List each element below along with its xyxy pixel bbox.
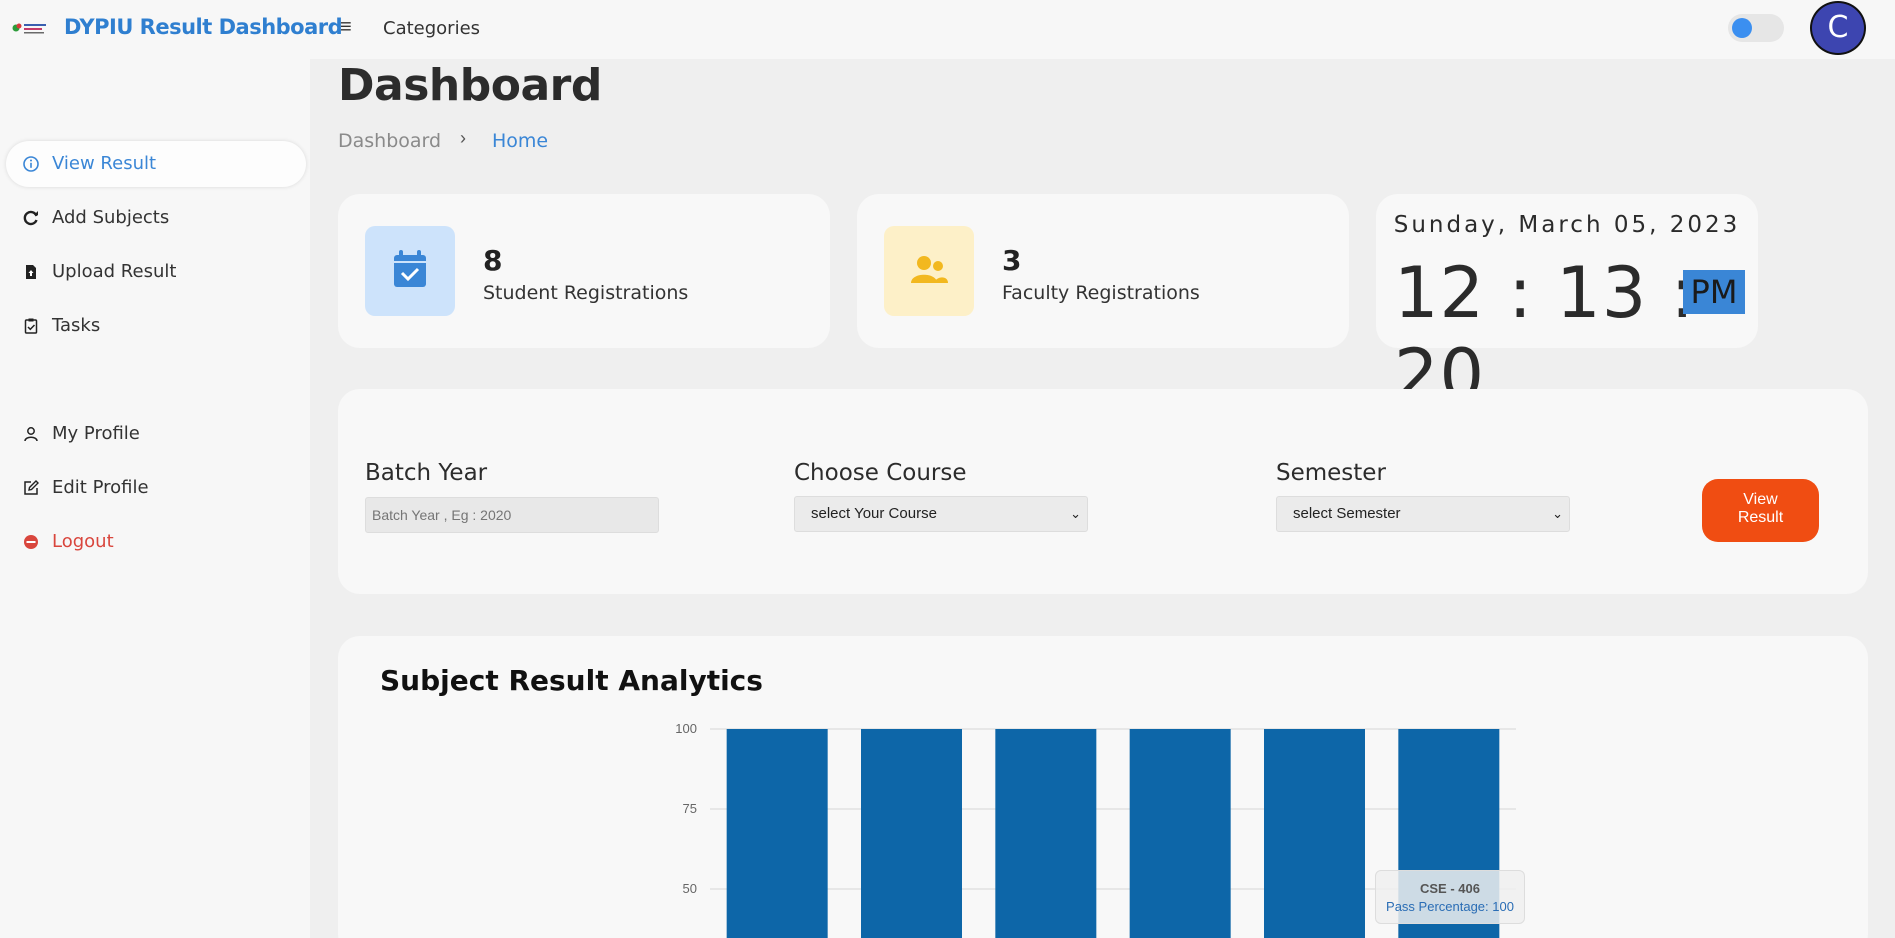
chart-bar[interactable]	[995, 729, 1097, 938]
tooltip-body: Pass Percentage: 100	[1386, 899, 1514, 914]
chart-bar[interactable]	[726, 729, 828, 938]
y-tick-label: 100	[675, 721, 697, 736]
chart-bar[interactable]	[861, 729, 962, 938]
chart-tooltip: CSE - 406 Pass Percentage: 100	[1375, 870, 1525, 924]
y-tick-label: 50	[683, 881, 697, 896]
tooltip-title: CSE - 406	[1420, 881, 1480, 896]
subject-result-chart: 100 75 50	[675, 721, 1516, 938]
chart-bar[interactable]	[1264, 729, 1365, 938]
y-tick-label: 75	[683, 801, 697, 816]
chart-bar[interactable]	[1129, 729, 1231, 938]
